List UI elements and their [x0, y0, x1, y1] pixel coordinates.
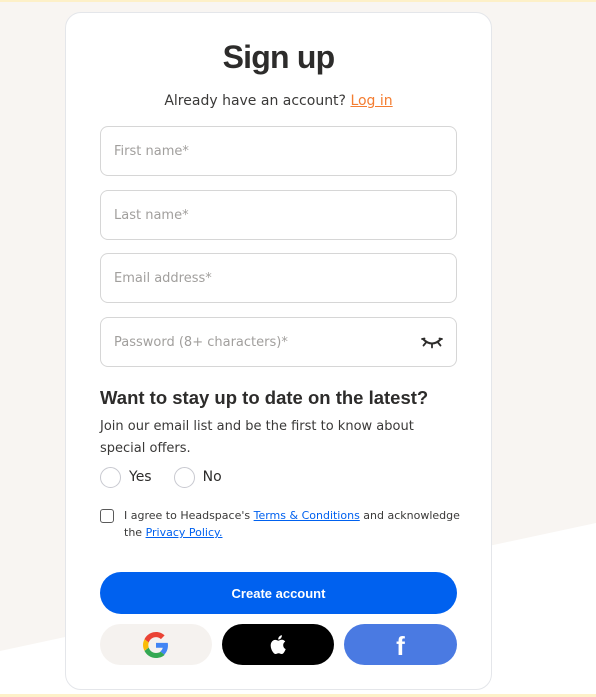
radio-yes[interactable]: Yes: [100, 466, 152, 488]
login-prompt: Already have an account? Log in: [66, 93, 491, 109]
password-field[interactable]: [100, 317, 457, 367]
radio-yes-circle[interactable]: [100, 466, 121, 488]
create-account-button[interactable]: Create account: [100, 572, 457, 614]
google-icon: [143, 631, 168, 658]
newsletter-radio-group: Yes No: [100, 465, 244, 489]
page-title: Sign up: [222, 39, 336, 75]
terms-text: I agree to Headspace's Terms & Condition…: [124, 507, 464, 541]
last-name-input[interactable]: [114, 191, 414, 239]
password-input[interactable]: [114, 318, 414, 366]
first-name-field[interactable]: [100, 126, 457, 176]
top-strip: [0, 0, 596, 2]
email-field[interactable]: [100, 253, 457, 303]
login-link[interactable]: Log in: [350, 93, 392, 109]
apple-icon: [270, 635, 286, 654]
radio-yes-label[interactable]: Yes: [129, 469, 152, 485]
newsletter-text: Join our email list and be the first to …: [100, 419, 414, 456]
last-name-field[interactable]: [100, 190, 457, 240]
terms-checkbox[interactable]: [100, 509, 114, 523]
newsletter-heading: Want to stay up to date on the latest?: [100, 387, 429, 408]
login-prompt-text: Already have an account?: [164, 93, 346, 109]
radio-no-circle[interactable]: [173, 466, 195, 488]
facebook-icon: f: [396, 630, 405, 661]
radio-no-label[interactable]: No: [203, 469, 222, 485]
apple-signup-button[interactable]: [222, 624, 334, 665]
signup-card: Sign up Already have an account? Log in …: [65, 12, 492, 690]
eye-closed-icon[interactable]: [420, 334, 444, 350]
terms-link[interactable]: Terms & Conditions: [254, 509, 360, 522]
terms-prefix: I agree to Headspace's: [124, 509, 254, 522]
google-signup-button[interactable]: [100, 624, 212, 665]
email-input[interactable]: [114, 254, 414, 302]
facebook-signup-button[interactable]: f: [344, 624, 457, 665]
radio-no[interactable]: No: [173, 466, 222, 488]
privacy-link[interactable]: Privacy Policy.: [146, 526, 223, 539]
first-name-input[interactable]: [114, 127, 414, 175]
